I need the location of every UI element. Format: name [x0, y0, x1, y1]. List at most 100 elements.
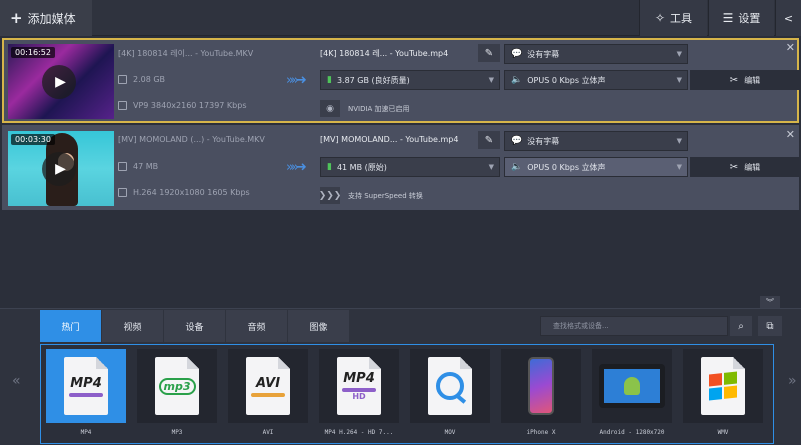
- close-icon[interactable]: ✕: [786, 128, 795, 141]
- mp4-file-icon: MP4: [64, 357, 108, 415]
- mov-file-icon: [428, 357, 472, 415]
- format-grid: MP4 MP4 mp3 MP3 AVI AVI MP4 HD MP4 H.264 …: [40, 344, 774, 444]
- file-green-icon: ▮: [327, 162, 332, 172]
- share-button[interactable]: <: [775, 0, 801, 36]
- chevron-down-icon: ▼: [676, 76, 682, 84]
- format-panel: 热门 视频 设备 音频 图像 查找格式或设备... ⌕ ⧉ « » MP4 MP…: [0, 308, 801, 445]
- format-item-mp3[interactable]: mp3 MP3: [137, 349, 217, 441]
- rename-pen-icon[interactable]: ✎: [478, 131, 500, 149]
- scroll-right-icon[interactable]: »: [788, 373, 797, 389]
- file-row[interactable]: 00:16:52 ▶ [4K] 180814 레이... - YouTube.M…: [2, 38, 800, 123]
- output-size-dropdown[interactable]: ▮ 3.87 GB (良好质量) ▼: [320, 70, 500, 90]
- source-size: 47 MB: [118, 162, 158, 171]
- edit-button[interactable]: ✂ 编辑: [690, 70, 800, 90]
- speech-bubble-icon: 💬: [511, 49, 523, 59]
- format-label: MP4: [80, 429, 92, 436]
- subtitle-dropdown[interactable]: 💬 没有字幕 ▼: [504, 44, 688, 64]
- tab-popular[interactable]: 热门: [40, 310, 102, 342]
- format-tile: [410, 349, 490, 423]
- output-filename: [MV] MOMOLAND... - YouTube.mp4: [320, 135, 459, 144]
- format-tile: AVI: [228, 349, 308, 423]
- file-list: 00:16:52 ▶ [4K] 180814 레이... - YouTube.M…: [0, 36, 801, 308]
- format-tile: MP4: [46, 349, 126, 423]
- video-thumbnail[interactable]: 00:03:30 ▶: [8, 131, 114, 206]
- audio-value: OPUS 0 Kbps 立体声: [527, 75, 606, 85]
- edit-button[interactable]: ✂ 编辑: [690, 157, 800, 177]
- format-tile: mp3: [137, 349, 217, 423]
- file-green-icon: ▮: [327, 75, 332, 85]
- scroll-left-icon[interactable]: «: [12, 373, 21, 389]
- format-item-mov[interactable]: MOV: [410, 349, 490, 441]
- output-filename: [4K] 180814 레... - YouTube.mp4: [320, 49, 449, 58]
- edit-label: 编辑: [744, 162, 761, 172]
- collapse-panel-button[interactable]: ︾: [760, 296, 780, 308]
- format-item-wmv[interactable]: WMV: [683, 349, 763, 441]
- format-item-mp4-hd[interactable]: MP4 HD MP4 H.264 - HD 7...: [319, 349, 399, 441]
- avi-file-icon: AVI: [246, 357, 290, 415]
- audio-value: OPUS 0 Kbps 立体声: [527, 162, 606, 172]
- close-icon[interactable]: ✕: [786, 41, 795, 54]
- subtitle-dropdown[interactable]: 💬 没有字幕 ▼: [504, 131, 688, 151]
- mp4-hd-file-icon: MP4 HD: [337, 357, 381, 415]
- output-size-dropdown[interactable]: ▮ 41 MB (原始) ▼: [320, 157, 500, 177]
- iphone-icon: [528, 357, 554, 415]
- file-row[interactable]: 00:03:30 ▶ [MV] MOMOLAND (...) - YouTube…: [2, 125, 800, 210]
- speaker-icon: 🔈: [511, 75, 523, 85]
- tab-video[interactable]: 视频: [102, 310, 164, 342]
- convert-arrow-icon: »»➜: [286, 160, 307, 175]
- search-icon[interactable]: ⌕: [730, 316, 752, 336]
- format-tabs: 热门 视频 设备 音频 图像: [40, 310, 350, 342]
- source-size-value: 47 MB: [133, 162, 159, 171]
- magic-wand-icon: ✧: [654, 11, 666, 25]
- chevron-down-icon: ▼: [676, 50, 682, 58]
- format-item-mp4[interactable]: MP4 MP4: [46, 349, 126, 441]
- format-label: MP4 H.264 - HD 7...: [324, 429, 394, 436]
- format-search-input[interactable]: 查找格式或设备...: [540, 316, 728, 336]
- format-label: Android - 1280x720: [599, 429, 665, 436]
- tab-devices[interactable]: 设备: [164, 310, 226, 342]
- film-icon: [118, 101, 127, 110]
- scissors-icon: ✂: [729, 161, 739, 173]
- settings-button[interactable]: ☰ 设置: [708, 0, 774, 36]
- wmv-file-icon: [701, 357, 745, 415]
- tools-label: 工具: [670, 12, 693, 25]
- format-label: MP3: [171, 429, 183, 436]
- output-size-value: 41 MB (原始): [336, 162, 387, 172]
- source-size: 2.08 GB: [118, 75, 165, 84]
- chevron-down-icon: ▼: [676, 163, 682, 171]
- subtitle-value: 没有字幕: [527, 49, 560, 59]
- android-tablet-icon: [599, 364, 665, 408]
- audio-dropdown[interactable]: 🔈 OPUS 0 Kbps 立体声 ▼: [504, 70, 688, 90]
- audio-dropdown[interactable]: 🔈 OPUS 0 Kbps 立体声 ▼: [504, 157, 688, 177]
- format-tile: [592, 349, 672, 423]
- play-icon[interactable]: ▶: [42, 152, 76, 186]
- convert-arrow-icon: »»➜: [286, 73, 307, 88]
- tools-button[interactable]: ✧ 工具: [639, 0, 707, 36]
- format-label: WMV: [717, 429, 729, 436]
- format-label: iPhone X: [526, 429, 556, 436]
- file-icon: [118, 162, 127, 171]
- chevron-down-icon: ▼: [676, 137, 682, 145]
- hw-accel-status: 支持 SuperSpeed 转换: [348, 192, 423, 200]
- format-item-avi[interactable]: AVI AVI: [228, 349, 308, 441]
- play-icon[interactable]: ▶: [42, 65, 76, 99]
- chevron-down-icon: ▼: [488, 76, 494, 84]
- rename-pen-icon[interactable]: ✎: [478, 44, 500, 62]
- tab-images[interactable]: 图像: [288, 310, 350, 342]
- detect-device-icon[interactable]: ⧉: [758, 316, 782, 336]
- format-label: MOV: [444, 429, 456, 436]
- speech-bubble-icon: 💬: [511, 136, 523, 146]
- format-item-android[interactable]: Android - 1280x720: [592, 349, 672, 441]
- share-icon: <: [783, 11, 794, 25]
- add-media-button[interactable]: + 添加媒体: [0, 0, 92, 36]
- hw-accel-status: NVIDIA 加速已启用: [348, 105, 410, 113]
- format-tile: MP4 HD: [319, 349, 399, 423]
- tab-audio[interactable]: 音频: [226, 310, 288, 342]
- video-thumbnail[interactable]: 00:16:52 ▶: [8, 44, 114, 119]
- subtitle-value: 没有字幕: [527, 136, 560, 146]
- format-item-iphone-x[interactable]: iPhone X: [501, 349, 581, 441]
- mp3-file-icon: mp3: [155, 357, 199, 415]
- format-label: AVI: [262, 429, 274, 436]
- speaker-icon: 🔈: [511, 162, 523, 172]
- double-chevron-down-icon: ︾: [766, 297, 774, 307]
